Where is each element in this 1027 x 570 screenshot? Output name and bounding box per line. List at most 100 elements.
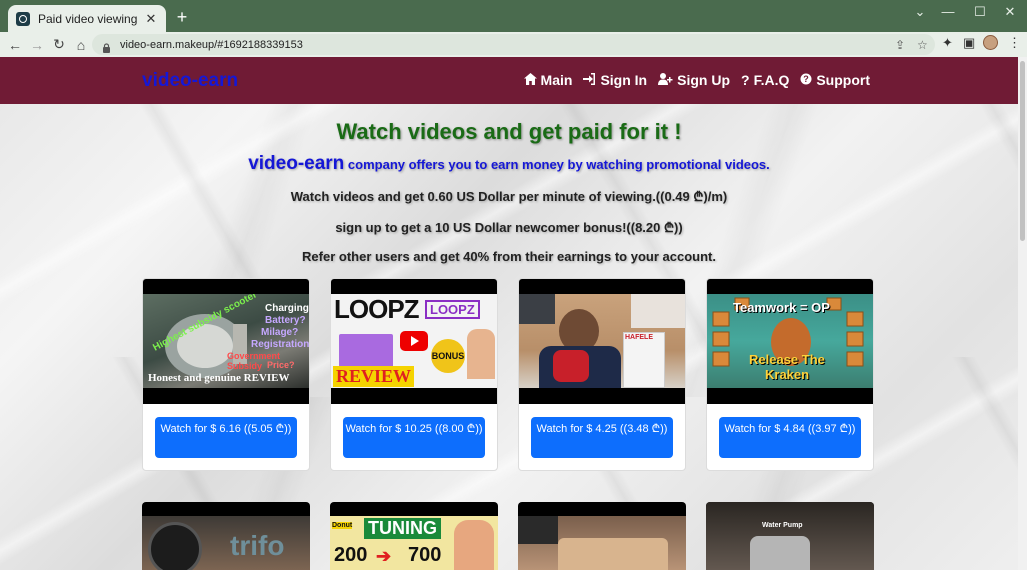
overlay-text: Price? [267,360,295,370]
hero-referral-line: Refer other users and get 40% from their… [302,249,716,264]
video-card: Highest subsidy scooter Charging Battery… [142,278,310,471]
watch-video-button[interactable]: Watch for $ 10.25 ((8.00 ₾)) [343,417,485,458]
video-card: Teamwork = OP Release The Kraken Watch f… [706,278,874,471]
question-icon: ? [741,72,750,88]
video-thumbnail[interactable]: LOOPZ LOOPZ BONUS REVIEW [331,279,497,404]
url-text: video-earn.makeup/#1692188339153 [120,38,303,51]
scrollbar-thumb[interactable] [1020,61,1025,241]
overlay-text: 700 [408,544,442,566]
home-icon [523,72,537,88]
youtube-play-icon [400,331,428,351]
overlay-text: Battery? [265,315,306,326]
share-icon[interactable]: ⇪ [895,38,905,52]
video-thumbnail[interactable]: Highest subsidy scooter Charging Battery… [143,279,309,404]
logo-badge-image: Donut [332,522,353,529]
hero-company-tail: company offers you to earn money by watc… [347,157,770,172]
bookmark-star-icon[interactable]: ☆ [917,38,928,52]
new-tab-icon[interactable]: + [173,8,191,26]
side-panel-icon[interactable]: ▣ [963,35,975,51]
video-card: HAFELE Watch for $ 4.25 ((3.48 ₾)) [518,278,686,471]
nav-main-link[interactable]: Main [523,72,573,88]
overlay-text: Milage? [261,327,299,338]
tab-title: Paid video viewing [38,11,138,26]
overlay-text: HAFELE [625,334,653,341]
home-browser-icon[interactable]: ⌂ [70,37,92,53]
video-card[interactable]: Donut TUNING 200 ➔ 700 [330,502,498,570]
nav-main-label: Main [540,72,573,88]
inset-image [631,294,685,328]
thumbnail-art: Teamwork = OP Release The Kraken [707,294,873,388]
overlay-text: 200 [334,544,368,566]
presenter-image [454,520,494,570]
nav-signup-link[interactable]: Sign Up [658,72,730,88]
watch-video-button[interactable]: Watch for $ 4.25 ((3.48 ₾)) [531,417,673,458]
back-icon[interactable]: ← [4,37,26,53]
browser-toolbar: ← → ↻ ⌂ video-earn.makeup/#1692188339153… [0,32,1027,57]
hero-rate-line: Watch videos and get 0.60 US Dollar per … [290,189,728,204]
reload-icon[interactable]: ↻ [48,36,70,53]
hero-company-name: video-earn [248,153,345,174]
thumbnail-art: LOOPZ LOOPZ BONUS REVIEW [331,294,497,388]
video-card[interactable] [518,502,686,570]
support-icon: ? [800,73,812,88]
nav-signin-label: Sign In [600,72,648,88]
inset-image [518,516,558,544]
overlay-text: BONUS [431,339,465,373]
nav-support-link[interactable]: ? Support [800,72,870,88]
hero-headline: Watch videos and get paid for it ! [336,119,682,144]
thumbnail-art: Highest subsidy scooter Charging Battery… [143,294,309,388]
kettle-image [553,350,589,382]
nav-faq-label: F.A.Q [753,72,790,88]
video-thumbnail[interactable]: HAFELE [519,279,685,404]
page-scrollbar[interactable] [1018,57,1027,570]
nav-signup-label: Sign Up [677,72,730,88]
close-window-icon[interactable]: ✕ [1000,4,1020,20]
hands-image [558,538,668,570]
overlay-text: Release The [749,352,825,367]
watch-video-button[interactable]: Watch for $ 6.16 ((5.05 ₾)) [155,417,297,458]
thumbnail-art: HAFELE [519,294,685,388]
sign-in-icon [583,72,596,88]
hero-bonus-line: sign up to get a 10 US Dollar newcomer b… [335,220,683,235]
address-bar[interactable]: video-earn.makeup/#1692188339153 ⇪ ☆ [92,34,935,55]
video-card[interactable]: Water Pump [706,502,874,570]
watch-video-button[interactable]: Watch for $ 4.84 ((3.97 ₾)) [719,417,861,458]
video-card[interactable]: trifo [142,502,310,570]
maximize-icon[interactable]: ☐ [970,4,990,20]
robot-vacuum-image [148,522,202,570]
site-navbar: video-earn Main Sign In Sign Up ?F.A.Q [0,57,1018,104]
presenter-image [467,329,495,379]
hero-subheadline: video-earn company offers you to earn mo… [0,153,1018,175]
nav-signin-link[interactable]: Sign In [583,72,647,88]
profile-avatar[interactable] [983,35,998,50]
extensions-icon[interactable]: ✦ [942,35,953,51]
overlay-text: TUNING [364,518,441,539]
engine-part-image [750,536,810,570]
lock-icon [102,40,111,53]
hero-section: Watch videos and get paid for it ! video… [0,119,1018,264]
overlay-text: REVIEW [333,366,415,387]
browser-tab[interactable]: Paid video viewing ✕ [8,5,166,32]
overlay-text: trifo [230,530,285,561]
forward-icon[interactable]: → [26,37,48,53]
nav-support-label: Support [816,72,870,88]
overlay-text: Teamwork = OP [733,300,830,315]
menu-kebab-icon[interactable]: ⋮ [1008,35,1021,51]
overlay-text: Charging [265,303,309,314]
chevron-down-icon[interactable]: ⌄ [910,4,930,20]
site-nav-links: Main Sign In Sign Up ? F.A.Q ? Support [523,72,870,88]
thumbnail-art: trifo [142,516,310,570]
video-thumbnail[interactable]: Teamwork = OP Release The Kraken [707,279,873,404]
site-brand-link[interactable]: video-earn [142,70,238,92]
overlay-text: LOOPZ [334,294,420,324]
logo-badge-image [519,294,555,324]
thumbnail-art [518,516,686,570]
svg-text:?: ? [804,74,810,84]
nav-faq-link[interactable]: ? F.A.Q [741,72,789,88]
page-content: video-earn Main Sign In Sign Up ?F.A.Q [0,57,1027,570]
minimize-icon[interactable]: — [938,4,958,19]
overlay-text: Kraken [765,367,810,382]
tab-close-icon[interactable]: ✕ [144,11,158,27]
thumbnail-art: Donut TUNING 200 ➔ 700 [330,516,498,570]
site-favicon-icon [16,11,30,26]
